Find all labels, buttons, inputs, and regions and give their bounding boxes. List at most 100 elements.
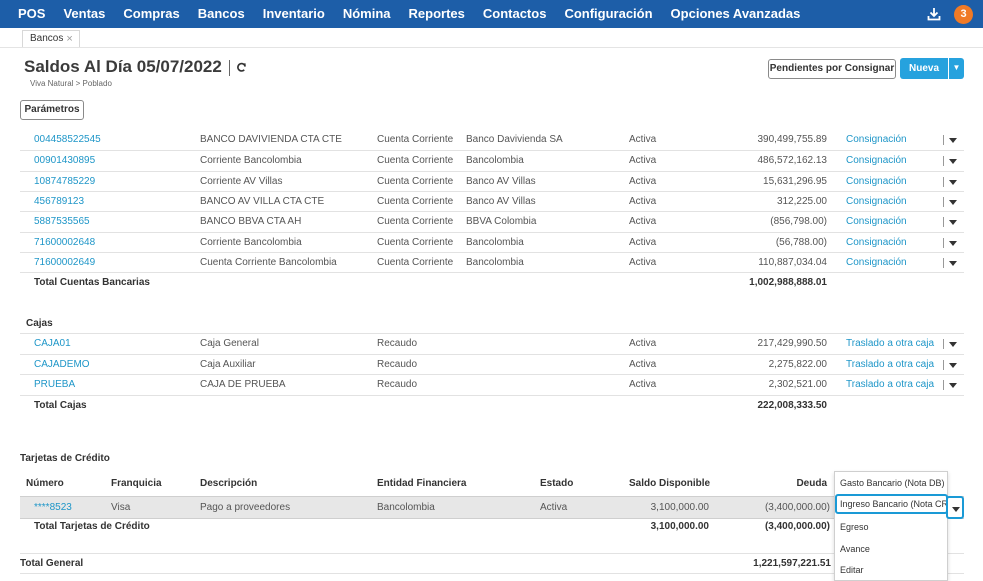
account-bank: Bancolombia — [466, 236, 524, 248]
account-number-link[interactable]: 71600002648 — [34, 233, 95, 253]
caja-balance: 217,429,990.50 — [757, 338, 827, 349]
total-cajas-label: Total Cajas — [34, 400, 87, 411]
consignacion-link[interactable]: Consignación — [846, 151, 907, 171]
account-desc: BANCO AV VILLA CTA CTE — [200, 195, 325, 207]
consignacion-link[interactable]: Consignación — [846, 233, 907, 253]
total-tarjetas-disponible: 3,100,000.00 — [650, 521, 709, 532]
tarjeta-actions-toggle[interactable] — [946, 496, 964, 519]
traslado-link[interactable]: Traslado a otra caja — [846, 355, 934, 375]
chevron-down-icon[interactable] — [949, 159, 957, 165]
pendientes-consignar-button[interactable]: Pendientes por Consignar — [768, 59, 896, 79]
caja-code-link[interactable]: PRUEBA — [34, 375, 75, 395]
caja-status: Activa — [629, 338, 657, 349]
account-number-link[interactable]: 5887535565 — [34, 212, 90, 232]
menu-item-egreso[interactable]: Egreso — [840, 522, 869, 532]
refresh-icon[interactable] — [236, 62, 247, 73]
account-number-link[interactable]: 00901430895 — [34, 151, 95, 171]
account-bank: Banco Davivienda SA — [466, 134, 563, 145]
account-type: Cuenta Corriente — [377, 256, 454, 268]
chevron-down-icon[interactable] — [949, 342, 957, 347]
account-number-link[interactable]: 71600002649 — [34, 253, 95, 273]
page-title: Saldos Al Día 05/07/2022 — [24, 57, 222, 76]
title-divider — [229, 60, 230, 76]
actions-dropdown-menu: Gasto Bancario (Nota DB) Ingreso Bancari… — [834, 471, 951, 581]
consignacion-link[interactable]: Consignación — [846, 192, 907, 212]
caja-desc: Caja General — [200, 338, 259, 349]
account-number-link[interactable]: 456789123 — [34, 192, 84, 212]
nav-inventario[interactable]: Inventario — [254, 0, 334, 28]
consignacion-link[interactable]: Consignación — [846, 130, 907, 150]
total-cajas-row: Total Cajas 222,008,333.50 — [20, 395, 964, 415]
account-balance: 15,631,296.95 — [763, 175, 827, 187]
chevron-down-icon[interactable] — [949, 220, 957, 226]
account-number-link[interactable]: 004458522545 — [34, 130, 101, 150]
nav-nomina[interactable]: Nómina — [334, 0, 400, 28]
traslado-link[interactable]: Traslado a otra caja — [846, 375, 934, 395]
account-number-link[interactable]: 10874785229 — [34, 172, 95, 192]
tarjeta-number-link[interactable]: ****8523 — [34, 497, 72, 518]
nav-reportes[interactable]: Reportes — [400, 0, 474, 28]
nav-compras[interactable]: Compras — [114, 0, 188, 28]
total-cuentas-label: Total Cuentas Bancarias — [34, 277, 150, 288]
account-bank: Banco AV Villas — [466, 175, 536, 187]
chevron-down-icon[interactable] — [949, 179, 957, 185]
traslado-link[interactable]: Traslado a otra caja — [846, 334, 934, 354]
col-estado: Estado — [540, 478, 574, 489]
caja-balance: 2,302,521.00 — [768, 379, 827, 390]
download-icon[interactable] — [927, 7, 941, 21]
tarjetas-header-row: Número Franquicia Descripción Entidad Fi… — [20, 474, 964, 494]
chevron-down-icon[interactable] — [949, 362, 957, 368]
account-row: 004458522545 BANCO DAVIVIENDA CTA CTE Cuen… — [20, 130, 964, 150]
account-desc: Cuenta Corriente Bancolombia — [200, 256, 337, 268]
account-type: Cuenta Corriente — [377, 216, 454, 228]
chevron-down-icon[interactable] — [949, 240, 957, 246]
tarjetas-section-title: Tarjetas de Crédito — [20, 453, 110, 464]
row-actions-divider — [943, 135, 944, 145]
account-row: 71600002649 Cuenta Corriente Bancolombia C… — [20, 251, 964, 273]
close-icon[interactable]: × — [66, 31, 72, 47]
tab-label: Bancos — [30, 33, 64, 44]
nav-opciones-avanzadas[interactable]: Opciones Avanzadas — [662, 0, 810, 28]
notification-badge[interactable]: 3 — [954, 5, 973, 24]
chevron-down-icon[interactable] — [949, 199, 957, 205]
menu-item-avance[interactable]: Avance — [840, 544, 870, 554]
account-row: 456789123 BANCO AV VILLA CTA CTE Cuenta Co… — [20, 190, 964, 212]
parametros-button[interactable]: Parámetros — [20, 100, 84, 120]
tarjeta-disponible: 3,100,000.00 — [650, 502, 709, 513]
menu-item-editar[interactable]: Editar — [840, 565, 864, 575]
account-status: Activa — [629, 236, 657, 248]
chevron-down-icon[interactable] — [949, 260, 957, 266]
total-cuentas-row: Total Cuentas Bancarias 1,002,988,888.01 — [20, 272, 964, 292]
nav-pos[interactable]: POS — [0, 0, 54, 28]
account-type: Cuenta Corriente — [377, 134, 454, 145]
chevron-down-icon[interactable] — [949, 383, 957, 388]
tab-bancos[interactable]: Bancos × — [22, 30, 80, 47]
account-balance: 110,887,034.04 — [758, 256, 827, 268]
account-type: Cuenta Corriente — [377, 236, 454, 248]
chevron-down-icon[interactable]: ▼ — [948, 58, 964, 79]
caja-code-link[interactable]: CAJA01 — [34, 334, 71, 354]
caja-type: Recaudo — [377, 379, 418, 390]
nav-bancos[interactable]: Bancos — [189, 0, 254, 28]
account-row: 71600002648 Corriente Bancolombia Cuenta C… — [20, 231, 964, 253]
caja-status: Activa — [629, 379, 657, 390]
account-desc: Corriente AV Villas — [200, 175, 283, 187]
account-balance: 390,499,755.89 — [757, 134, 827, 145]
nav-ventas[interactable]: Ventas — [54, 0, 114, 28]
chevron-down-icon[interactable] — [949, 138, 957, 143]
menu-item-ingreso-bancario[interactable]: Ingreso Bancario (Nota CR) — [835, 494, 951, 514]
nueva-button[interactable]: Nueva — [900, 58, 948, 79]
caja-code-link[interactable]: CAJADEMO — [34, 355, 90, 375]
row-actions-divider — [943, 257, 944, 268]
menu-item-gasto-bancario[interactable]: Gasto Bancario (Nota DB) — [840, 478, 945, 488]
row-actions-divider — [943, 237, 944, 248]
nav-configuracion[interactable]: Configuración — [555, 0, 661, 28]
consignacion-link[interactable]: Consignación — [846, 172, 907, 192]
nav-contactos[interactable]: Contactos — [474, 0, 556, 28]
account-desc: Corriente Bancolombia — [200, 236, 302, 248]
chevron-down-icon — [952, 507, 960, 512]
col-deuda: Deuda — [796, 478, 827, 489]
consignacion-link[interactable]: Consignación — [846, 212, 907, 232]
consignacion-link[interactable]: Consignación — [846, 253, 907, 273]
account-row: 5887535565 BANCO BBVA CTA AH Cuenta Corrie… — [20, 211, 964, 231]
